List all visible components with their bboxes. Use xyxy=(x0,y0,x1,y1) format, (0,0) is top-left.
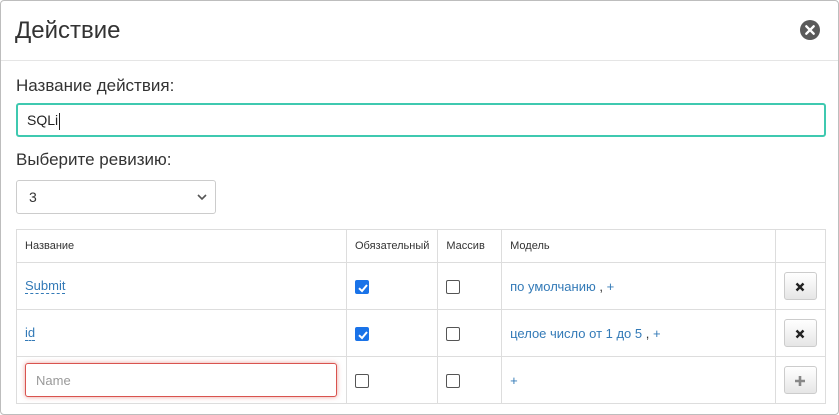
new-actions-cell xyxy=(774,356,827,404)
new-param-name-cell xyxy=(16,356,347,404)
revision-select[interactable]: 3 xyxy=(16,180,216,214)
add-model-link[interactable]: + xyxy=(653,326,661,341)
model-link[interactable]: целое число от 1 до 5 xyxy=(510,326,642,341)
new-model-cell: + xyxy=(501,356,776,404)
param-name-link[interactable]: Submit xyxy=(25,278,66,294)
plus-icon xyxy=(795,375,806,386)
add-param-button[interactable] xyxy=(783,366,817,394)
new-array-checkbox[interactable] xyxy=(446,373,461,388)
add-model-link[interactable]: + xyxy=(607,279,615,294)
action-dialog: Действие Название действия: SQLi Выберит… xyxy=(0,0,839,415)
table-row: Submit по умолчанию , + xyxy=(16,262,827,310)
new-param-name-input[interactable] xyxy=(25,363,337,397)
text-caret xyxy=(59,112,61,130)
checkmark-icon xyxy=(358,331,368,340)
array-checkbox[interactable] xyxy=(446,326,461,341)
actions-cell xyxy=(774,262,827,310)
revision-selected-value: 3 xyxy=(29,189,37,205)
action-name-value: SQLi xyxy=(27,112,59,128)
required-cell xyxy=(345,262,439,310)
remove-x-icon xyxy=(796,282,805,291)
new-required-checkbox[interactable] xyxy=(354,373,369,388)
param-name-cell: Submit xyxy=(16,262,347,310)
dialog-header: Действие xyxy=(1,1,838,61)
table-header-row: Название Обязательный Массив Модель xyxy=(16,229,827,263)
model-separator: , xyxy=(599,278,603,294)
required-checkbox[interactable] xyxy=(354,326,369,341)
column-header-required: Обязательный xyxy=(345,229,439,263)
model-cell: по умолчанию , + xyxy=(501,262,776,310)
close-button[interactable] xyxy=(800,20,820,40)
actions-cell xyxy=(774,309,827,357)
required-cell xyxy=(345,309,439,357)
new-add-model-link[interactable]: + xyxy=(510,373,518,388)
required-checkbox[interactable] xyxy=(354,279,369,294)
array-cell xyxy=(437,309,503,357)
array-checkbox[interactable] xyxy=(446,279,461,294)
action-name-label: Название действия: xyxy=(16,76,175,95)
table-row: id целое число от 1 до 5 , + xyxy=(16,309,827,357)
dialog-title: Действие xyxy=(15,17,121,44)
column-header-model: Модель xyxy=(501,229,776,263)
parameters-table: Название Обязательный Массив Модель Subm… xyxy=(16,229,827,404)
model-separator: , xyxy=(645,325,650,341)
column-header-actions xyxy=(774,229,827,263)
column-header-array: Массив xyxy=(437,229,503,263)
close-circle-icon xyxy=(805,25,815,35)
param-name-link[interactable]: id xyxy=(25,325,36,341)
array-cell xyxy=(437,262,503,310)
model-link[interactable]: по умолчанию xyxy=(510,279,596,294)
column-header-name: Название xyxy=(16,229,347,263)
remove-param-button[interactable] xyxy=(783,319,817,347)
chevron-down-icon xyxy=(197,194,207,201)
revision-label: Выберите ревизию: xyxy=(16,150,172,169)
remove-param-button[interactable] xyxy=(783,272,817,300)
model-cell: целое число от 1 до 5 , + xyxy=(501,309,776,357)
param-name-cell: id xyxy=(16,309,347,357)
checkmark-icon xyxy=(358,284,368,293)
remove-x-icon xyxy=(796,329,805,338)
new-param-row: + xyxy=(16,356,827,404)
new-required-cell xyxy=(345,356,439,404)
action-name-input[interactable]: SQLi xyxy=(16,103,826,137)
new-array-cell xyxy=(437,356,503,404)
